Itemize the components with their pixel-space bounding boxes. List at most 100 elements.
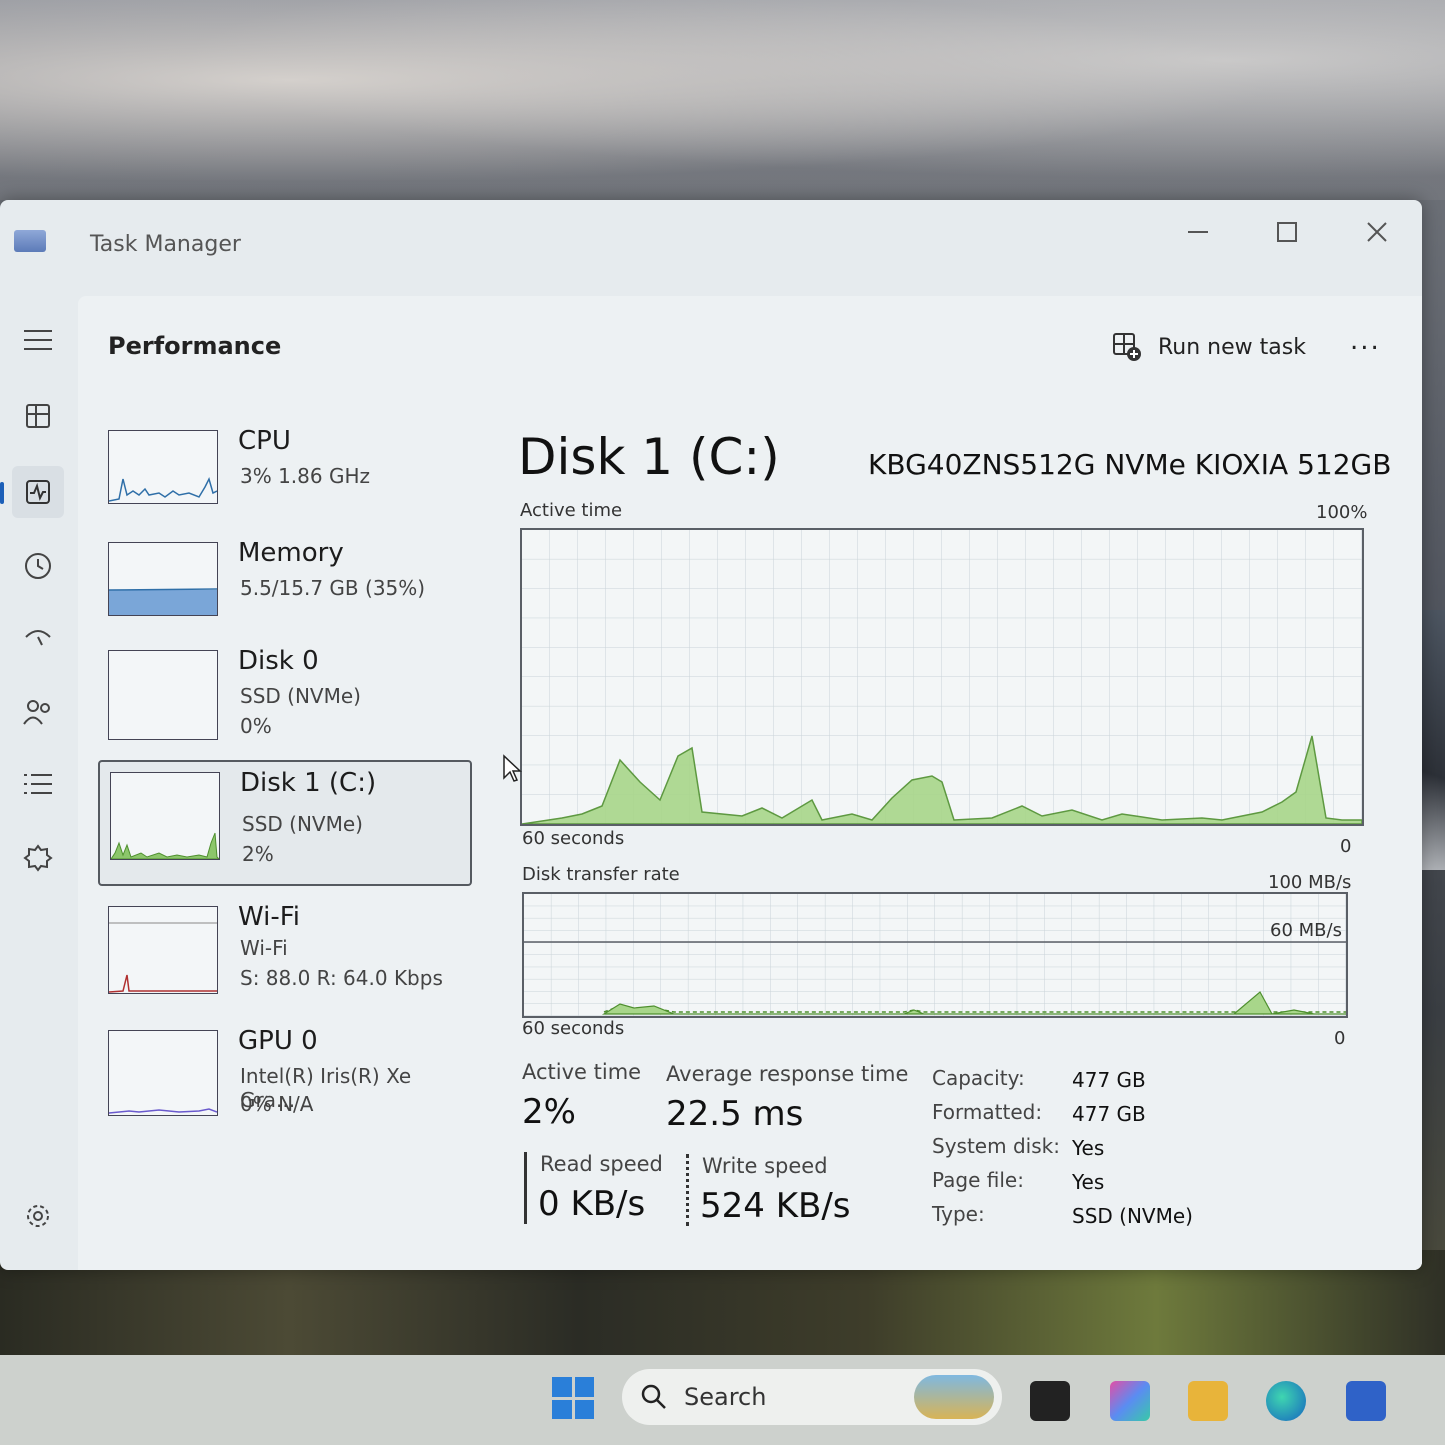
property-key: Capacity: — [932, 1066, 1025, 1090]
run-task-icon — [1113, 333, 1141, 361]
perf-tile-disk1[interactable]: Disk 1 (C:) SSD (NVMe) 2% — [98, 760, 472, 886]
task-view-icon[interactable] — [1030, 1381, 1070, 1421]
minimize-icon — [1188, 231, 1208, 233]
tile-usage: 2% — [242, 842, 274, 866]
property-key: Type: — [932, 1202, 985, 1226]
active-time-graph-min: 0 — [1340, 836, 1352, 857]
copilot-m365-icon[interactable] — [1110, 1381, 1150, 1421]
write-speed-value: 524 KB/s — [700, 1186, 851, 1226]
tile-detail: Wi-Fi — [240, 936, 288, 960]
tile-name: Wi-Fi — [238, 902, 301, 932]
search-highlight-image — [914, 1375, 994, 1419]
mouse-cursor-icon — [503, 754, 522, 782]
transfer-rate-graph — [522, 892, 1348, 1018]
file-explorer-icon[interactable] — [1188, 1381, 1228, 1421]
transfer-graph-mid: 60 MB/s — [1270, 920, 1342, 941]
microsoft-store-icon[interactable] — [1346, 1381, 1386, 1421]
active-time-stat-label: Active time — [522, 1060, 642, 1084]
search-placeholder: Search — [684, 1383, 767, 1411]
nav-details[interactable] — [12, 758, 64, 810]
property-value: 477 GB — [1072, 1068, 1146, 1092]
maximize-button[interactable] — [1265, 214, 1309, 250]
perf-tile-disk0[interactable]: Disk 0 SSD (NVMe) 0% — [98, 640, 468, 760]
transfer-graph-label: Disk transfer rate — [522, 864, 680, 885]
tile-detail: 5.5/15.7 GB (35%) — [240, 576, 426, 600]
transfer-graph-max: 100 MB/s — [1268, 872, 1352, 893]
nav-processes[interactable] — [12, 390, 64, 442]
hamburger-icon — [24, 330, 52, 350]
title-bar[interactable]: Task Manager — [0, 200, 1422, 292]
disk-title: Disk 1 (C:) — [518, 428, 780, 486]
processes-icon — [26, 404, 50, 428]
active-time-graph-label: Active time — [520, 500, 623, 521]
avg-response-label: Average response time — [666, 1062, 909, 1086]
write-speed-label: Write speed — [702, 1154, 828, 1178]
app-history-icon — [25, 553, 51, 579]
nav-settings[interactable] — [12, 1190, 64, 1242]
tile-detail: 3% 1.86 GHz — [240, 464, 371, 488]
tile-name: GPU 0 — [238, 1026, 318, 1056]
property-key: Page file: — [932, 1168, 1024, 1192]
active-time-graph-max: 100% — [1316, 502, 1368, 523]
transfer-graph-min: 0 — [1334, 1028, 1346, 1049]
cpu-thumbnail-graph — [108, 430, 218, 504]
active-time-stat-value: 2% — [522, 1092, 576, 1132]
search-icon — [641, 1384, 666, 1409]
settings-icon — [27, 1205, 49, 1227]
run-new-task-button[interactable]: Run new task — [1112, 332, 1306, 362]
details-icon — [24, 774, 52, 794]
read-speed-legend-line — [524, 1152, 527, 1224]
edge-browser-icon[interactable] — [1266, 1381, 1306, 1421]
perf-tile-gpu[interactable]: GPU 0 Intel(R) Iris(R) Xe Gra... 0% N/A — [98, 1020, 468, 1140]
perf-tile-cpu[interactable]: CPU 3% 1.86 GHz — [98, 420, 468, 540]
windows-start-button[interactable] — [552, 1377, 594, 1419]
tile-name: Memory — [238, 538, 344, 568]
active-time-graph-span: 60 seconds — [522, 828, 625, 849]
gpu-thumbnail-graph — [108, 1030, 218, 1116]
property-key: Formatted: — [932, 1100, 1043, 1124]
nav-services[interactable] — [12, 832, 64, 884]
disk0-thumbnail-graph — [108, 650, 218, 740]
read-speed-value: 0 KB/s — [538, 1184, 646, 1224]
tile-throughput: S: 88.0 R: 64.0 Kbps — [240, 966, 443, 990]
tile-usage: 0% N/A — [240, 1092, 314, 1116]
task-manager-app-icon — [14, 230, 46, 252]
task-manager-window: Task Manager Performance Run new task ..… — [0, 200, 1422, 1270]
disk-model: KBG40ZNS512G NVMe KIOXIA 512GB — [868, 448, 1392, 481]
hamburger-menu-button[interactable] — [12, 314, 64, 366]
tile-usage: 0% — [240, 714, 272, 738]
perf-tile-memory[interactable]: Memory 5.5/15.7 GB (35%) — [98, 532, 468, 652]
startup-apps-icon — [25, 630, 51, 646]
navigation-sidebar — [0, 292, 80, 1270]
property-key: System disk: — [932, 1134, 1060, 1158]
maximize-icon — [1277, 222, 1297, 242]
nav-performance[interactable] — [0, 466, 64, 518]
disk1-thumbnail-graph — [110, 772, 220, 860]
taskbar: Search — [0, 1355, 1445, 1445]
tile-detail: SSD (NVMe) — [240, 684, 361, 708]
desktop-wallpaper-sky — [0, 0, 1445, 200]
window-title: Task Manager — [90, 232, 241, 257]
nav-users[interactable] — [12, 686, 64, 738]
tile-detail: SSD (NVMe) — [242, 812, 363, 836]
performance-panel: Performance Run new task ... CPU 3% 1.86… — [78, 296, 1422, 1270]
taskbar-search-box[interactable]: Search — [622, 1369, 1002, 1425]
tile-name: Disk 1 (C:) — [240, 768, 377, 798]
property-value: Yes — [1072, 1136, 1105, 1160]
minimize-button[interactable] — [1176, 214, 1220, 250]
close-button[interactable] — [1355, 214, 1399, 250]
property-value: SSD (NVMe) — [1072, 1204, 1193, 1228]
transfer-graph-span: 60 seconds — [522, 1018, 625, 1039]
more-options-button[interactable]: ... — [1350, 326, 1381, 356]
nav-startup-apps[interactable] — [12, 612, 64, 664]
tile-name: CPU — [238, 426, 291, 456]
services-icon — [23, 844, 53, 872]
close-icon — [1367, 222, 1387, 242]
page-title: Performance — [108, 332, 282, 360]
run-new-task-label: Run new task — [1158, 334, 1306, 360]
property-value: Yes — [1072, 1170, 1105, 1194]
perf-tile-wifi[interactable]: Wi-Fi Wi-Fi S: 88.0 R: 64.0 Kbps — [98, 896, 468, 1016]
property-value: 477 GB — [1072, 1102, 1146, 1126]
nav-app-history[interactable] — [12, 540, 64, 592]
wifi-thumbnail-graph — [108, 906, 218, 994]
